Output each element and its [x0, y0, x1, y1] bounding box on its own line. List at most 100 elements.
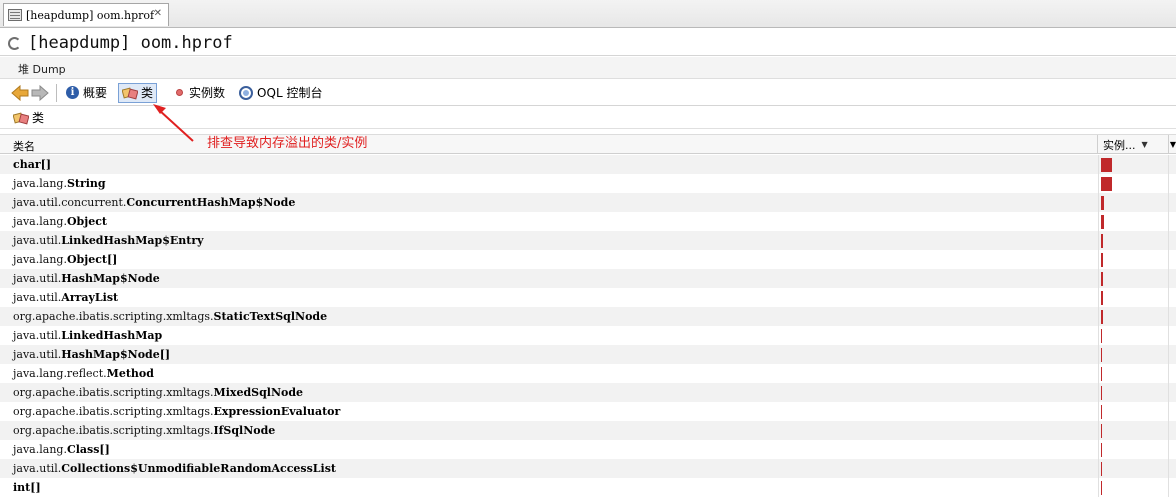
toolbar: i 概要 类 实例数 OQL 控制台 [0, 80, 1176, 105]
tab-heapdump[interactable]: [heapdump] oom.hprof ✕ [3, 3, 169, 26]
class-name: Object [66, 215, 107, 228]
tab-strip: [heapdump] oom.hprof ✕ [0, 0, 1176, 28]
column-divider [1168, 345, 1169, 364]
classes-label: 类 [141, 86, 154, 100]
instances-bar [1101, 481, 1102, 495]
column-divider [1168, 288, 1169, 307]
instance-dot-icon [176, 89, 184, 96]
table-row[interactable]: java.lang.Object [0, 212, 1176, 231]
package-name: java.lang. [13, 253, 67, 266]
close-icon[interactable]: ✕ [154, 8, 162, 19]
table-row[interactable]: java.lang.String [0, 174, 1176, 193]
instances-cell [1098, 345, 1168, 364]
class-name-cell: char[] [13, 155, 51, 174]
subheader-label: 堆 Dump [18, 63, 66, 76]
instances-bar [1101, 310, 1103, 324]
arrow-left-icon [11, 84, 29, 101]
package-name: java.util. [13, 462, 62, 475]
classes-panel-header: 类 [0, 107, 1176, 129]
class-name-cell: org.apache.ibatis.scripting.xmltags.Mixe… [13, 383, 303, 402]
classes-button[interactable]: 类 [118, 82, 158, 103]
instances-button[interactable]: 实例数 [165, 83, 228, 103]
column-divider [1168, 193, 1169, 212]
class-name: Class[] [66, 443, 110, 456]
table-row[interactable]: java.lang.Object[] [0, 250, 1176, 269]
table-row[interactable]: org.apache.ibatis.scripting.xmltags.IfSq… [0, 421, 1176, 440]
table-row[interactable]: java.util.HashMap$Node[] [0, 345, 1176, 364]
package-name: java.util. [13, 348, 62, 361]
table-row[interactable]: org.apache.ibatis.scripting.xmltags.Stat… [0, 307, 1176, 326]
page-title: [heapdump] oom.hprof [28, 33, 233, 53]
instances-bar [1101, 177, 1112, 191]
oql-console-button[interactable]: OQL 控制台 [236, 83, 325, 103]
table-row[interactable]: java.lang.Class[] [0, 440, 1176, 459]
class-name-cell: java.util.concurrent.ConcurrentHashMap$N… [13, 193, 295, 212]
heap-dump-subheader: 堆 Dump [0, 57, 1176, 79]
table-row[interactable]: org.apache.ibatis.scripting.xmltags.Expr… [0, 402, 1176, 421]
instances-bar [1101, 234, 1103, 248]
table-row[interactable]: java.util.LinkedHashMap$Entry [0, 231, 1176, 250]
oql-label: OQL 控制台 [257, 86, 323, 100]
instances-cell [1098, 307, 1168, 326]
package-name: java.lang.reflect. [13, 367, 107, 380]
column-divider [1168, 307, 1169, 326]
summary-button[interactable]: i 概要 [63, 83, 110, 103]
package-name: java.lang. [13, 443, 67, 456]
instances-cell [1098, 440, 1168, 459]
column-divider [1168, 174, 1169, 193]
table-row[interactable]: int[] [0, 478, 1176, 497]
document-icon [8, 9, 22, 21]
annotation-text: 排查导致内存溢出的类/实例 [207, 136, 368, 151]
info-icon: i [66, 86, 79, 99]
toolbar-separator [56, 83, 57, 102]
instances-bar [1101, 462, 1102, 476]
table-row[interactable]: java.util.ArrayList [0, 288, 1176, 307]
class-name-cell: java.lang.Class[] [13, 440, 110, 459]
oql-icon [239, 85, 254, 100]
column-divider [1168, 231, 1169, 250]
class-name: IfSqlNode [213, 424, 276, 437]
class-name-cell: java.util.LinkedHashMap [13, 326, 162, 345]
column-header-extra[interactable]: ▼ [1168, 135, 1176, 154]
instances-cell [1098, 250, 1168, 269]
divider [0, 55, 1176, 56]
table-row[interactable]: java.lang.reflect.Method [0, 364, 1176, 383]
instances-bar [1101, 367, 1102, 381]
table-row[interactable]: java.util.LinkedHashMap [0, 326, 1176, 345]
column-divider [1168, 402, 1169, 421]
forward-button[interactable] [30, 83, 50, 103]
class-name: String [66, 177, 106, 190]
class-name-cell: java.util.HashMap$Node[] [13, 345, 170, 364]
package-name: org.apache.ibatis.scripting.xmltags. [13, 424, 214, 437]
class-name: Method [106, 367, 154, 380]
class-name: StaticTextSqlNode [213, 310, 328, 323]
class-name: Object[] [66, 253, 118, 266]
class-name: HashMap$Node[] [61, 348, 171, 361]
class-name: char[] [13, 158, 52, 171]
instances-cell [1098, 364, 1168, 383]
instances-cell [1098, 231, 1168, 250]
table-row[interactable]: java.util.concurrent.ConcurrentHashMap$N… [0, 193, 1176, 212]
instances-cell [1098, 155, 1168, 174]
table-header: 类名 实例... ▼ ▼ [0, 134, 1176, 154]
instances-cell [1098, 269, 1168, 288]
package-name: org.apache.ibatis.scripting.xmltags. [13, 405, 214, 418]
table-row[interactable]: org.apache.ibatis.scripting.xmltags.Mixe… [0, 383, 1176, 402]
column-header-instances[interactable]: 实例... ▼ [1097, 135, 1167, 154]
back-button[interactable] [10, 83, 30, 103]
table-row[interactable]: java.util.Collections$UnmodifiableRandom… [0, 459, 1176, 478]
classes-table: 类名 实例... ▼ ▼ char[] java.lang.String java.… [0, 134, 1176, 501]
instances-cell [1098, 459, 1168, 478]
tab-title: [heapdump] oom.hprof [26, 8, 155, 22]
table-row[interactable]: java.util.HashMap$Node [0, 269, 1176, 288]
column-header-instances-label: 实例... [1103, 138, 1136, 152]
instances-cell [1098, 193, 1168, 212]
column-header-class-name[interactable]: 类名 [13, 138, 35, 154]
table-row[interactable]: char[] [0, 155, 1176, 174]
class-name-cell: int[] [13, 478, 41, 497]
instances-bar [1101, 196, 1104, 210]
column-divider [1168, 364, 1169, 383]
class-name: ArrayList [61, 291, 119, 304]
package-name: org.apache.ibatis.scripting.xmltags. [13, 386, 214, 399]
class-name-cell: java.lang.reflect.Method [13, 364, 154, 383]
